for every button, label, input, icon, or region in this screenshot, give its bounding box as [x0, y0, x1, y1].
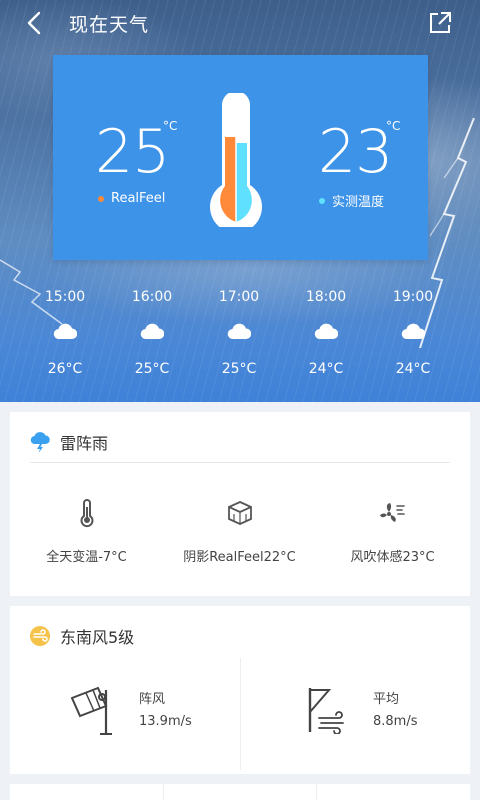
wind-badge-icon	[30, 626, 50, 646]
wind-card: 东南风5级 阵风 13.9m/s 平均 8.8m/s	[10, 606, 470, 774]
detail-shade-realfeel: 阴影RealFeel22°C	[163, 498, 316, 565]
detail-wind-feel-text: 风吹体感23°C	[350, 550, 435, 565]
condition-title: 雷阵雨	[60, 434, 109, 453]
thermometer-icon	[80, 499, 93, 528]
realfeel-label: RealFeel	[98, 191, 165, 206]
measured-temperature: 23	[318, 117, 393, 187]
temperature-card: 25 °C RealFeel 23 °C 实测温度	[53, 55, 428, 260]
hourly-time: 15:00	[44, 289, 86, 305]
wind-gust: 阵风 13.9m/s	[68, 686, 218, 738]
wind-divider	[240, 658, 241, 770]
realfeel-temperature: 25	[95, 117, 170, 187]
wind-average-label: 平均	[373, 692, 400, 707]
wind-title: 东南风5级	[60, 628, 135, 647]
hourly-time: 16:00	[131, 289, 173, 305]
wind-average-value: 8.8m/s	[373, 714, 418, 729]
segment-divider	[316, 784, 317, 800]
wind-flag-icon	[308, 688, 344, 734]
condition-header: 雷阵雨	[30, 430, 108, 454]
detail-temp-range-text: 全天变温-7°C	[46, 550, 127, 565]
hourly-time: 19:00	[392, 289, 434, 305]
wind-header: 东南风5级	[30, 624, 134, 648]
measured-unit: °C	[386, 119, 401, 133]
realfeel-dot	[98, 195, 104, 202]
share-external-icon[interactable]	[426, 9, 454, 37]
chevron-left-icon[interactable]	[20, 8, 50, 38]
realfeel-unit: °C	[163, 119, 178, 133]
divider	[30, 462, 450, 463]
measured-label-text: 实测温度	[332, 195, 385, 210]
measured-label: 实测温度	[319, 191, 384, 210]
hourly-time: 17:00	[218, 289, 260, 305]
cloud-icon	[53, 323, 77, 340]
detail-wind-feel: 风吹体感23°C	[316, 498, 469, 565]
hourly-temp: 25°C	[221, 361, 257, 377]
hourly-temp: 25°C	[134, 361, 170, 377]
hourly-forecast: 15:00 26°C 16:00 25°C 17:00 25°C 18:00 2…	[0, 282, 480, 392]
measured-dot	[319, 197, 325, 204]
next-card	[10, 784, 470, 800]
cloud-icon	[227, 323, 251, 340]
wind-gust-value: 13.9m/s	[139, 714, 192, 729]
weather-hero: 现在天气 25 °C RealFeel 23 °C 实测温度 15:00 26°…	[0, 0, 480, 402]
realfeel-label-text: RealFeel	[111, 191, 166, 206]
windsock-icon	[70, 686, 112, 735]
cloud-icon	[401, 323, 425, 340]
page-title: 现在天气	[69, 14, 150, 36]
cloud-icon	[314, 323, 338, 340]
fan-wind-icon	[379, 503, 405, 522]
cloud-icon	[140, 323, 164, 340]
shade-box-icon	[227, 501, 252, 525]
thunderstorm-icon	[30, 432, 50, 453]
detail-temp-range: 全天变温-7°C	[10, 498, 163, 565]
segment-divider	[163, 784, 164, 800]
hourly-time: 18:00	[305, 289, 347, 305]
condition-card: 雷阵雨 全天变温-7°C 阴影RealFeel22°C 风吹体感23°C	[10, 412, 470, 596]
detail-shade-realfeel-text: 阴影RealFeel22°C	[183, 550, 296, 565]
wind-gust-label: 阵风	[139, 692, 166, 707]
hourly-temp: 26°C	[47, 361, 83, 377]
hourly-temp: 24°C	[308, 361, 344, 377]
wind-average: 平均 8.8m/s	[305, 686, 455, 738]
top-bar: 现在天气	[0, 0, 480, 46]
hourly-temp: 24°C	[395, 361, 431, 377]
thermometer-gauge-icon	[210, 93, 262, 227]
